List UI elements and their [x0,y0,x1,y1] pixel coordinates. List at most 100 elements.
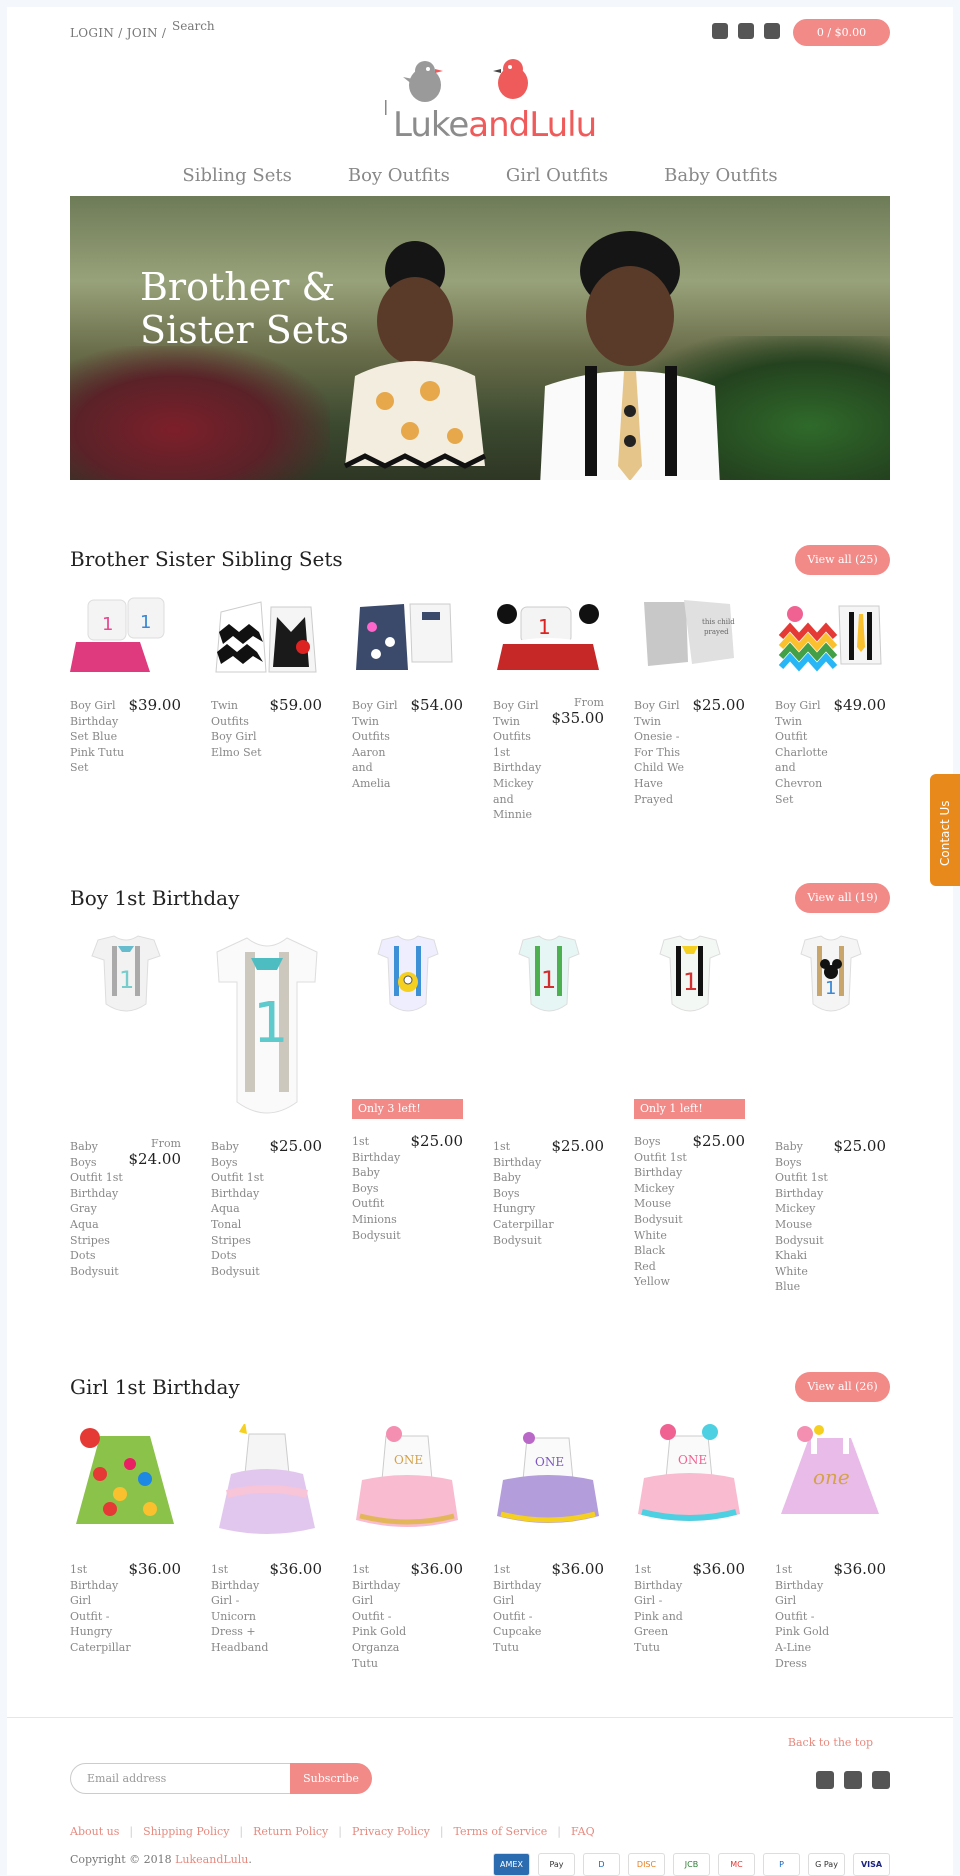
svg-text:1: 1 [119,966,134,994]
contact-us-tab[interactable]: Contact Us [930,774,960,886]
view-all-sibling-sets-button[interactable]: View all (25) [795,545,890,575]
email-field[interactable] [70,1763,290,1794]
product-name[interactable]: 1st Birthday Girl - Unicorn Dress + Head… [211,1562,268,1656]
section-title-girl-1st-birthday: Girl 1st Birthday [70,1375,240,1399]
header-social-icons [712,23,780,39]
product-price: $36.00 [410,1560,464,1578]
product-name[interactable]: 1st Birthday Girl Outfit - Cupcake Tutu [493,1562,548,1656]
contact-us-label: Contact Us [938,800,952,866]
product-image [778,605,882,672]
product-price: From $35.00 [551,696,605,727]
product-card[interactable]: ONE 1st Birthday Girl Outfit - Pink Gold… [352,1424,463,1671]
logo[interactable]: LukeandLulu [383,57,597,152]
product-name[interactable]: Baby Boys Outfit 1st Birthday Mickey Mou… [775,1139,830,1295]
footer-link-shipping[interactable]: Shipping Policy [143,1825,229,1838]
footer-link-faq[interactable]: FAQ [571,1825,595,1838]
product-name[interactable]: Baby Boys Outfit 1st Birthday Aqua Tonal… [211,1139,266,1279]
product-name[interactable]: Boy Girl Birthday Set Blue Pink Tutu Set [70,698,125,776]
product-name[interactable]: Boy Girl Twin Outfit Charlotte and Chevr… [775,698,830,807]
product-card[interactable]: this child prayed Boy Girl Twin Onesie -… [634,592,745,823]
product-card[interactable]: one 1st Birthday Girl Outfit - Pink Gold… [775,1424,886,1671]
footer-links: About us | Shipping Policy | Return Policy… [70,1825,595,1838]
product-name[interactable]: Boy Girl Twin Onesie - For This Child We… [634,698,689,807]
diners-club-icon: D [583,1853,620,1876]
product-card[interactable]: 1st Birthday Girl - Unicorn Dress + Head… [211,1424,322,1671]
pinterest-icon[interactable] [764,23,780,39]
product-price: $59.00 [269,696,323,714]
product-image: 1 [91,935,161,1012]
product-card[interactable]: 1 Boy Girl Twin Outfits 1st Birthday Mic… [493,592,604,823]
product-card[interactable]: Only 3 left! 1st Birthday Baby Boys Outf… [352,932,463,1295]
product-name[interactable]: 1st Birthday Girl Outfit - Pink Gold Org… [352,1562,407,1671]
product-card[interactable]: 1 1st Birthday Baby Boys Hungry Caterpil… [493,932,604,1295]
cart-button[interactable]: 0 / $0.00 [793,19,890,46]
product-card[interactable]: ONE 1st Birthday Girl Outfit - Cupcake T… [493,1424,604,1671]
product-name[interactable]: Boy Girl Twin Outfits 1st Birthday Micke… [493,698,548,823]
product-name[interactable]: 1st Birthday Baby Boys Hungry Caterpilla… [493,1139,554,1248]
svg-text:1: 1 [253,991,289,1056]
svg-text:prayed: prayed [704,628,729,636]
nav-girl-outfits[interactable]: Girl Outfits [506,165,608,186]
product-image: 1 [216,937,318,1114]
product-name[interactable]: Baby Boys Outfit 1st Birthday Gray Aqua … [70,1139,125,1279]
product-card[interactable]: Boy Girl Twin Outfit Charlotte and Chevr… [775,592,886,823]
nav-sibling-sets[interactable]: Sibling Sets [182,165,291,186]
product-image: one [781,1425,879,1514]
product-price: $25.00 [410,1132,464,1150]
instagram-icon[interactable] [844,1771,862,1789]
footer-link-terms[interactable]: Terms of Service [454,1825,548,1838]
product-image: 1 [518,935,580,1012]
view-all-boy-1st-birthday-button[interactable]: View all (19) [795,883,890,913]
product-image [76,1428,174,1524]
footer-link-privacy[interactable]: Privacy Policy [352,1825,430,1838]
hero-girl-image [343,241,487,469]
back-to-top-link[interactable]: Back to the top [788,1736,873,1749]
footer-link-about[interactable]: About us [70,1825,119,1838]
product-name[interactable]: Twin Outfits Boy Girl Elmo Set [211,698,266,760]
product-price: $39.00 [128,696,182,714]
product-card[interactable]: 1 Baby Boys Outfit 1st Birthday Aqua Ton… [211,932,322,1295]
product-card[interactable]: 1st Birthday Girl Outfit - Hungry Caterp… [70,1424,181,1671]
product-card[interactable]: ONE 1st Birthday Girl - Pink and Green T… [634,1424,745,1671]
footer-link-return[interactable]: Return Policy [253,1825,328,1838]
copyright-link[interactable]: LukeandLulu [175,1853,248,1866]
product-price: $36.00 [128,1560,182,1578]
product-image [215,601,317,673]
product-card[interactable]: Twin Outfits Boy Girl Elmo Set $59.00 [211,592,322,823]
product-name[interactable]: 1st Birthday Girl - Pink and Green Tutu [634,1562,689,1656]
pinterest-icon[interactable] [872,1771,890,1789]
product-card[interactable]: 1 Baby Boys Outfit 1st Birthday Gray Aqu… [70,932,181,1295]
product-name[interactable]: 1st Birthday Girl Outfit - Hungry Caterp… [70,1562,131,1656]
product-card[interactable]: 1 1 Boy Girl Birthday Set Blue Pink Tutu… [70,592,181,823]
product-name[interactable]: Boy Girl Twin Outfits Aaron and Amelia [352,698,407,792]
product-grid-sibling-sets: 1 1 Boy Girl Birthday Set Blue Pink Tutu… [70,592,890,823]
instagram-icon[interactable] [738,23,754,39]
product-image: 1 [800,935,862,1012]
product-name[interactable]: 1st Birthday Baby Boys Outfit Minions Bo… [352,1134,407,1243]
product-card[interactable]: 1 Only 1 left! Boys Outfit 1st Birthday … [634,932,745,1295]
product-card[interactable]: 1 Baby Boys Outfit 1st Birthday Mickey M… [775,932,886,1295]
stock-badge: Only 3 left! [352,1099,463,1119]
nav-baby-outfits[interactable]: Baby Outfits [664,165,777,186]
product-name[interactable]: 1st Birthday Girl Outfit - Pink Gold A-L… [775,1562,830,1671]
product-price: From $24.00 [128,1137,182,1168]
svg-text:1: 1 [140,612,151,633]
product-image: this child prayed [644,600,735,666]
facebook-icon[interactable] [712,23,728,39]
hero-title: Brother & Sister Sets [140,265,349,352]
product-image: 1 [659,935,721,1012]
hero-banner[interactable]: Brother & Sister Sets [70,196,890,480]
svg-text:ONE: ONE [535,1455,564,1469]
product-name[interactable]: Boys Outfit 1st Birthday Mickey Mouse Bo… [634,1134,689,1290]
search-input[interactable] [172,19,322,33]
product-grid-boy-1st-birthday: 1 Baby Boys Outfit 1st Birthday Gray Aqu… [70,932,890,1295]
section-title-sibling-sets: Brother Sister Sibling Sets [70,547,343,571]
product-card[interactable]: Boy Girl Twin Outfits Aaron and Amelia $… [352,592,463,823]
paypal-icon: P [763,1853,800,1876]
facebook-icon[interactable] [816,1771,834,1789]
view-all-girl-1st-birthday-button[interactable]: View all (26) [795,1372,890,1402]
product-image [377,935,439,1012]
nav-boy-outfits[interactable]: Boy Outfits [348,165,450,186]
login-join-link[interactable]: LOGIN / JOIN / [70,26,166,40]
subscribe-button[interactable]: Subscribe [290,1763,372,1794]
